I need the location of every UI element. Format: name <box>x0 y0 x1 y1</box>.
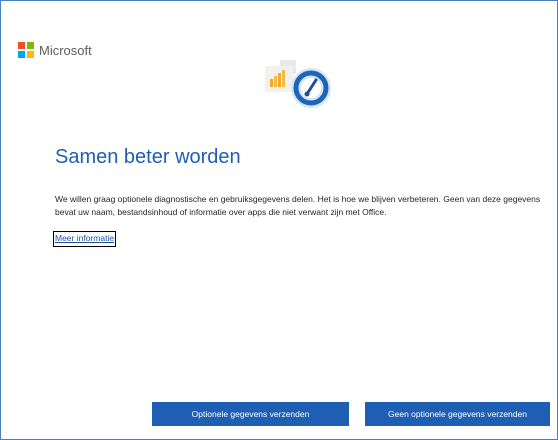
brand-name: Microsoft <box>39 42 92 58</box>
more-info-link[interactable]: Meer informatie <box>52 231 117 247</box>
microsoft-logo-icon <box>18 42 34 58</box>
page-title: Samen beter worden <box>55 146 241 168</box>
dont-send-optional-data-button[interactable]: Geen optionele gegevens verzenden <box>365 402 550 426</box>
microsoft-logo: Microsoft <box>18 42 92 58</box>
dialog-window: Microsoft Samen beter worden We willen g… <box>0 0 558 440</box>
description-text: We willen graag optionele diagnostische … <box>55 194 541 217</box>
diagnostics-gauge-icon <box>265 60 331 108</box>
send-optional-data-button[interactable]: Optionele gegevens verzenden <box>152 402 349 426</box>
